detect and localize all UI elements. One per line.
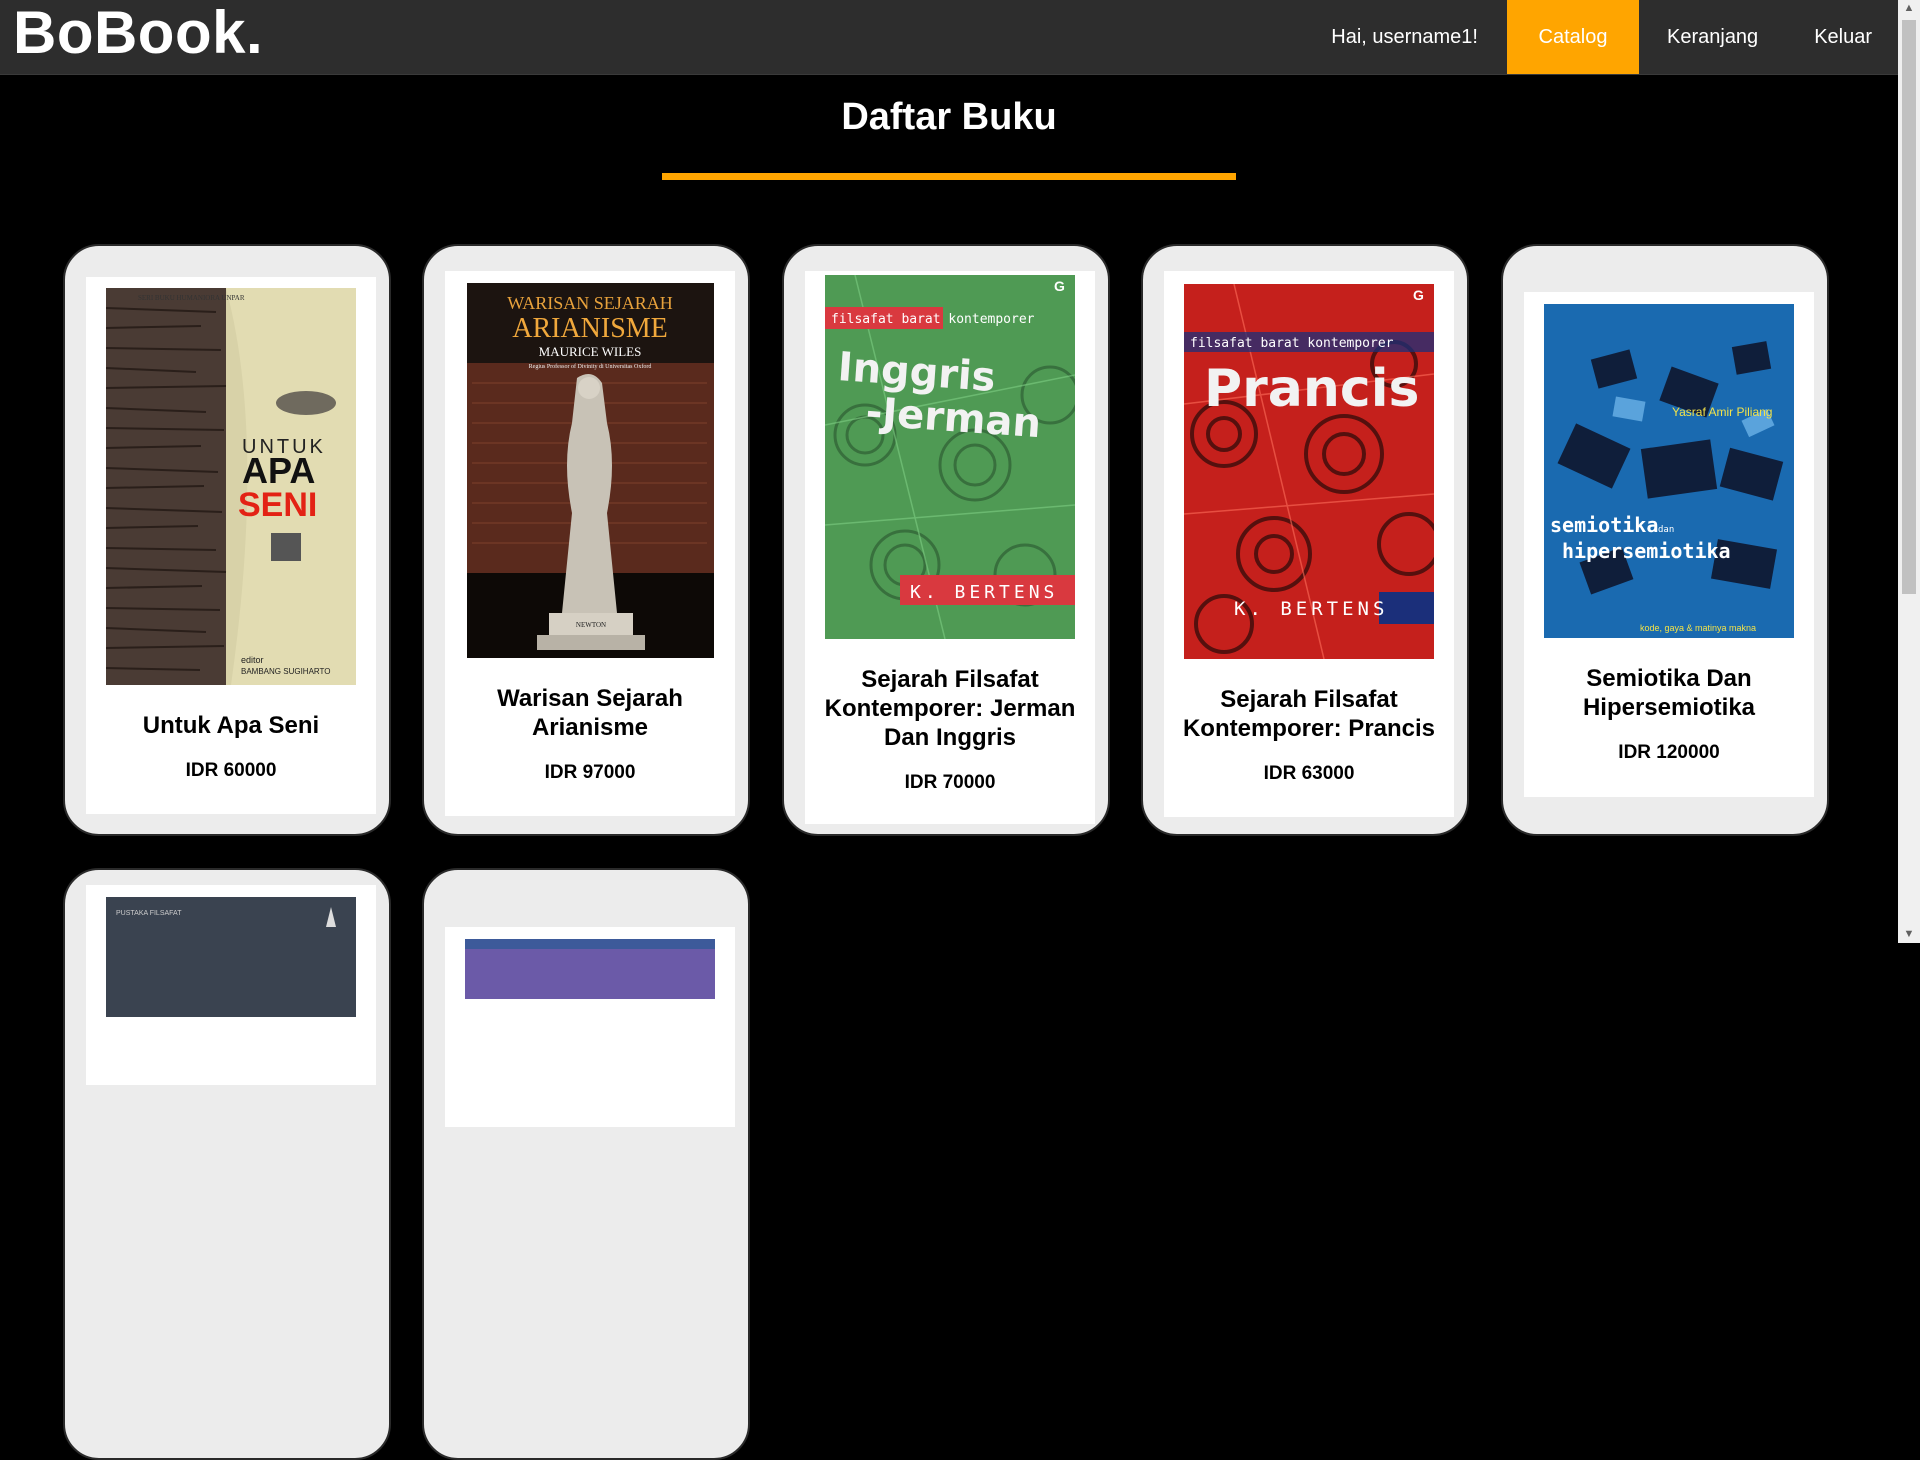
book-card-body: SERI BUKU HUMANIORA UNPAR UNTUK APA SENI…	[86, 277, 376, 814]
book-cover-image	[465, 939, 715, 999]
book-card[interactable]: filsafat barat kontemporer G Inggris -Je…	[782, 244, 1110, 836]
cover-series: filsafat barat kontemporer	[1190, 336, 1394, 351]
book-cover-image: Yasraf Amir Piliang semiotika dan hipers…	[1544, 304, 1794, 638]
cover-title: ARIANISME	[512, 313, 668, 344]
book-price: IDR 120000	[1618, 742, 1720, 763]
page-scrollbar[interactable]: ▲ ▼	[1898, 0, 1920, 943]
cover-publisher: G	[1413, 287, 1424, 303]
svg-text:semiotika: semiotika	[1550, 513, 1658, 537]
book-title: Warisan Sejarah Arianisme	[497, 685, 683, 741]
scroll-up-arrow-icon[interactable]: ▲	[1898, 0, 1920, 17]
book-cover-image: SERI BUKU HUMANIORA UNPAR UNTUK APA SENI…	[106, 288, 356, 685]
book-price: IDR 63000	[1263, 763, 1355, 784]
cover-title: Prancis	[1204, 359, 1419, 419]
book-card[interactable]: SERI BUKU HUMANIORA UNPAR UNTUK APA SENI…	[63, 244, 391, 836]
scroll-thumb[interactable]	[1902, 20, 1916, 594]
cover-heading: WARISAN SEJARAH	[507, 293, 673, 313]
book-price: IDR 97000	[544, 762, 636, 783]
book-card[interactable]: filsafat barat kontemporer G Prancis K. …	[1141, 244, 1469, 836]
book-card-body: Yasraf Amir Piliang semiotika dan hipers…	[1524, 292, 1814, 797]
cover-text-3: SENI	[238, 486, 317, 524]
cover-author: Yasraf Amir Piliang	[1672, 405, 1772, 419]
book-card-body: WARISAN SEJARAH ARIANISME MAURICE WILES …	[445, 271, 735, 816]
book-card[interactable]: PUSTAKA FILSAFAT	[63, 868, 391, 1460]
book-title: Sejarah Filsafat Kontemporer: Jerman Dan…	[824, 666, 1076, 751]
cover-editor: BAMBANG SUGIHARTO	[241, 667, 331, 676]
book-card[interactable]	[422, 868, 750, 1460]
scroll-down-arrow-icon[interactable]: ▼	[1898, 926, 1920, 943]
cover-author: K. BERTENS	[1234, 598, 1388, 620]
book-title: Sejarah Filsafat Kontemporer: Prancis	[1182, 686, 1436, 742]
cover-affiliation: Regius Professor of Divinity di Universi…	[528, 363, 651, 370]
book-title: Untuk Apa Seni	[142, 712, 320, 739]
cover-editor-label: editor	[241, 655, 264, 665]
cover-series: filsafat barat kontemporer	[831, 312, 1035, 327]
book-price: IDR 60000	[185, 760, 277, 781]
book-title: Semiotika Dan Hipersemiotika	[1582, 665, 1756, 721]
book-price: IDR 70000	[904, 772, 996, 793]
book-card[interactable]: Yasraf Amir Piliang semiotika dan hipers…	[1501, 244, 1829, 836]
book-card[interactable]: WARISAN SEJARAH ARIANISME MAURICE WILES …	[422, 244, 750, 836]
cover-series: PUSTAKA FILSAFAT	[116, 910, 182, 917]
cover-subtitle: kode, gaya & matinya makna	[1640, 623, 1756, 633]
cover-series: SERI BUKU HUMANIORA UNPAR	[138, 294, 245, 302]
cover-text-2: APA	[242, 450, 315, 491]
book-cover-image: WARISAN SEJARAH ARIANISME MAURICE WILES …	[466, 283, 714, 658]
book-card-body	[445, 927, 735, 1127]
cover-author: MAURICE WILES	[538, 344, 641, 359]
book-cover-image: PUSTAKA FILSAFAT	[106, 897, 356, 1017]
cover-author: K. BERTENS	[910, 582, 1058, 603]
svg-text:hipersemiotika: hipersemiotika	[1562, 539, 1731, 563]
cover-publisher: G	[1054, 278, 1065, 294]
book-card-body: filsafat barat kontemporer G Inggris -Je…	[805, 271, 1095, 824]
book-grid: SERI BUKU HUMANIORA UNPAR UNTUK APA SENI…	[0, 0, 1898, 1460]
cover-statue-label: NEWTON	[575, 621, 605, 629]
book-cover-image: filsafat barat kontemporer G Inggris -Je…	[825, 275, 1075, 639]
svg-text:dan: dan	[1658, 525, 1674, 535]
book-cover-image: filsafat barat kontemporer G Prancis K. …	[1184, 284, 1434, 659]
book-card-body: filsafat barat kontemporer G Prancis K. …	[1164, 271, 1454, 817]
book-card-body: PUSTAKA FILSAFAT	[86, 885, 376, 1085]
